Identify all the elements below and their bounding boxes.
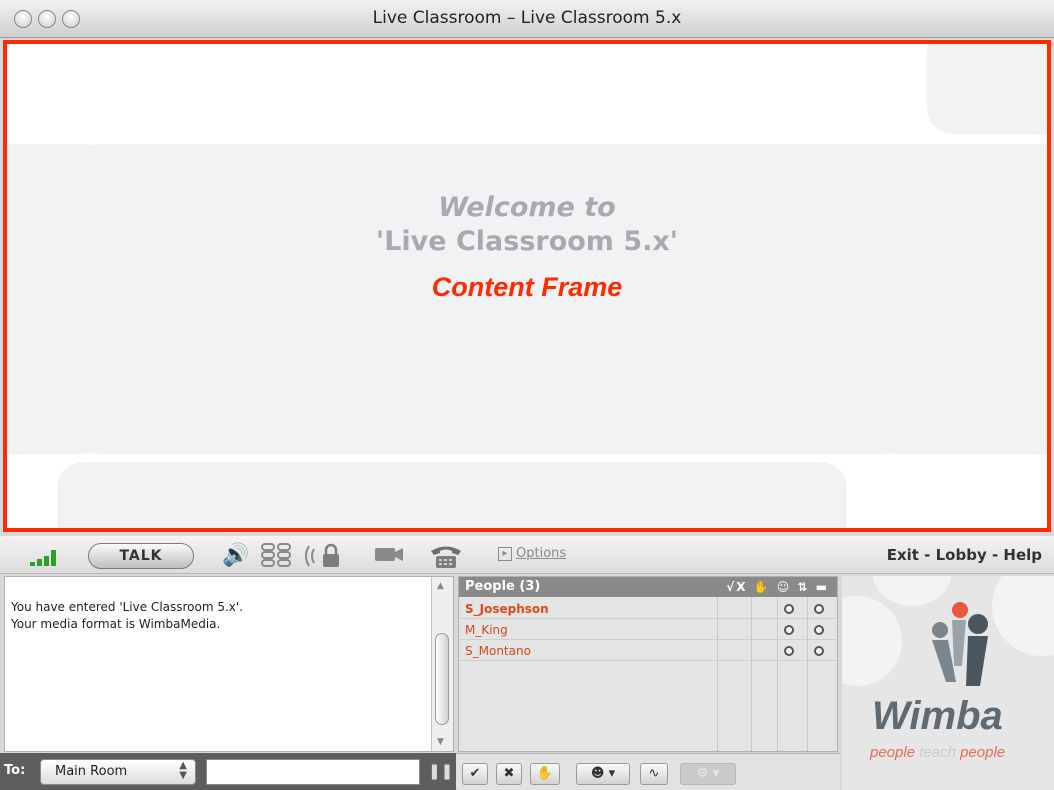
- scroll-down-icon[interactable]: ▼: [437, 737, 444, 747]
- checkmark-icon[interactable]: ✔: [462, 763, 488, 785]
- talk-button[interactable]: TALK: [88, 543, 194, 569]
- wimba-tagline: people teach people: [870, 744, 1005, 761]
- people-row[interactable]: M_King: [459, 620, 837, 640]
- participant-name: S_Montano: [465, 644, 531, 658]
- video-status-icon: [814, 625, 824, 635]
- people-status-icons: √X ✋ ☺ ⇅ ▬: [726, 580, 829, 594]
- live-classroom-window: Live Classroom – Live Classroom 5.x Welc…: [0, 0, 1054, 790]
- audio-status-icon: [784, 646, 794, 656]
- emoticon-menu-icon[interactable]: ☻ ▾: [576, 763, 630, 785]
- tagline-part: teach: [919, 744, 961, 761]
- chat-message: Your media format is WimbaMedia.: [11, 617, 221, 631]
- video-camera-icon[interactable]: [372, 542, 406, 570]
- wimba-people-icon: [932, 602, 988, 686]
- scroll-thumb[interactable]: [435, 633, 449, 725]
- chat-scrollbar[interactable]: ▲ ▼: [431, 577, 453, 751]
- audio-status-icon: [784, 625, 794, 635]
- participant-name: S_Josephson: [465, 602, 549, 616]
- chat-message-input[interactable]: [206, 759, 420, 785]
- wimba-wordmark: Wimba: [872, 694, 1003, 738]
- room-select[interactable]: Main Room ▲ ▼: [40, 759, 196, 785]
- tagline-part: people: [870, 744, 920, 761]
- options-checkbox[interactable]: ▸: [498, 546, 512, 561]
- classroom-name: 'Live Classroom 5.x': [375, 226, 679, 257]
- content-frame-label: Content Frame: [431, 272, 623, 302]
- raise-hand-icon[interactable]: ✋: [530, 763, 560, 785]
- video-status-icon: [814, 646, 824, 656]
- chat-input-bar: To: Main Room ▲ ▼ ❚❚: [0, 753, 456, 790]
- people-row[interactable]: S_Montano: [459, 641, 837, 661]
- video-status-icon: [814, 604, 824, 614]
- options-toggle[interactable]: ▸ Options: [498, 546, 566, 561]
- settings-menu-icon: ⚙ ▾: [680, 763, 736, 785]
- people-row[interactable]: S_Josephson: [459, 599, 837, 619]
- background-panel: [927, 44, 1047, 134]
- background-panel: [57, 462, 847, 528]
- signal-strength-icon: [30, 548, 60, 566]
- logo-bubble: [842, 596, 902, 686]
- people-header: People (3) √X ✋ ☺ ⇅ ▬: [459, 577, 837, 597]
- tagline-part: people: [960, 744, 1006, 761]
- telephone-icon[interactable]: [426, 542, 466, 570]
- media-toolbar: TALK 🔊 ▸ Options Exit - Lobby - Help: [0, 536, 1054, 574]
- content-frame: Welcome to 'Live Classroom 5.x' Content …: [3, 40, 1051, 532]
- participant-name: M_King: [465, 623, 508, 637]
- chat-log: You have entered 'Live Classroom 5.x'. Y…: [4, 576, 454, 752]
- microphone-lock-icon[interactable]: [300, 542, 346, 570]
- title-bar: Live Classroom – Live Classroom 5.x: [0, 0, 1054, 38]
- chat-message: You have entered 'Live Classroom 5.x'.: [11, 600, 244, 614]
- room-select-value: Main Room: [55, 764, 128, 779]
- speaker-volume-icon[interactable]: 🔊: [214, 542, 258, 570]
- people-list: People (3) √X ✋ ☺ ⇅ ▬ S_Josephson M_King…: [458, 576, 838, 752]
- waveform-icon[interactable]: ∿: [640, 763, 668, 785]
- scroll-up-icon[interactable]: ▲: [437, 581, 444, 591]
- volume-level-icon: [258, 542, 298, 570]
- audio-status-icon: [784, 604, 794, 614]
- options-label[interactable]: Options: [516, 546, 566, 561]
- select-stepper-icon: ▲ ▼: [179, 760, 187, 781]
- to-label: To:: [4, 763, 26, 778]
- exit-lobby-help-links[interactable]: Exit - Lobby - Help: [887, 546, 1042, 564]
- cross-icon[interactable]: ✖: [496, 763, 522, 785]
- chat-messages: You have entered 'Live Classroom 5.x'. Y…: [11, 599, 243, 633]
- welcome-heading: Welcome to: [438, 192, 616, 223]
- wimba-logo: Wimba people teach people: [842, 576, 1054, 790]
- people-action-bar: ✔ ✖ ✋ ☻ ▾ ∿ ⚙ ▾: [456, 753, 840, 790]
- people-count: People (3): [465, 579, 541, 594]
- window-title: Live Classroom – Live Classroom 5.x: [372, 8, 682, 28]
- pause-icon[interactable]: ❚❚: [428, 762, 453, 780]
